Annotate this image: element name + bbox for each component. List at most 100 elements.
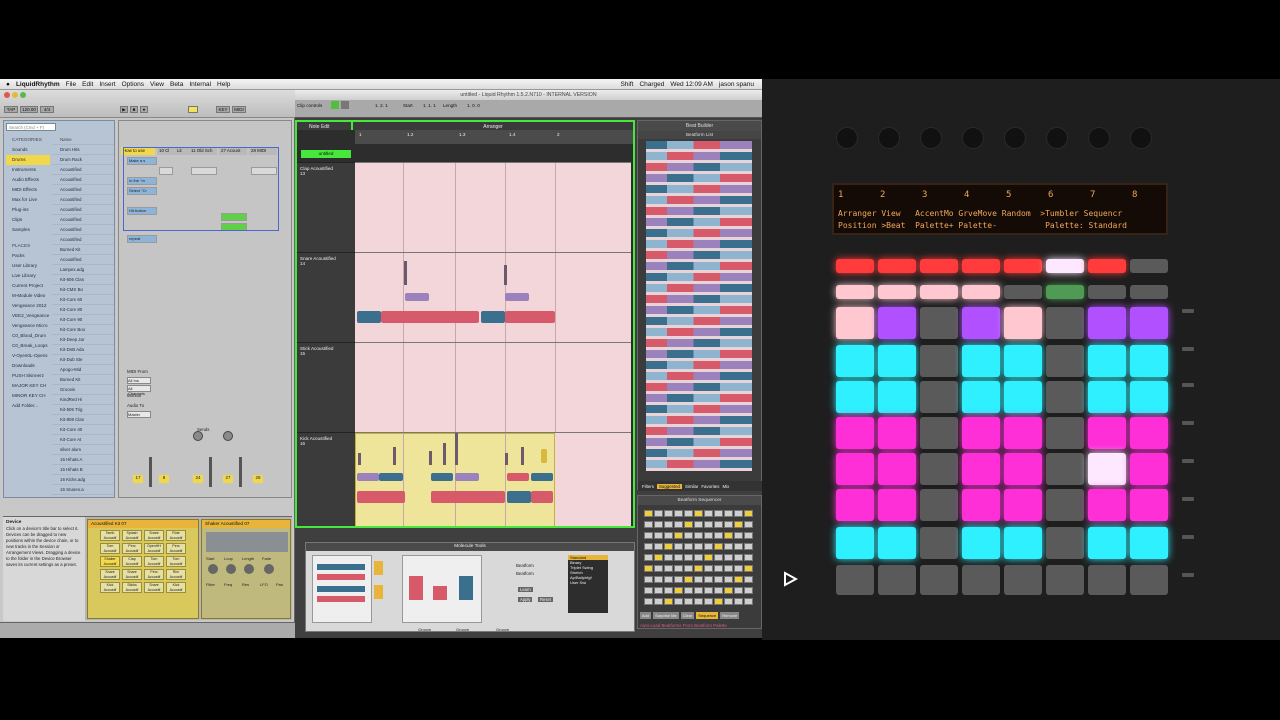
sequencer-cell[interactable] xyxy=(684,510,693,517)
param-knob[interactable] xyxy=(208,564,218,574)
minimize-window-icon[interactable] xyxy=(12,92,18,98)
snare-lane[interactable] xyxy=(355,252,631,342)
push-pad[interactable] xyxy=(878,285,916,299)
beatform-row[interactable] xyxy=(646,405,752,413)
surprise-me-button[interactable]: Surprise Me xyxy=(653,612,679,619)
shift-indicator[interactable]: Shift xyxy=(620,81,633,88)
encoder-knob[interactable] xyxy=(1088,127,1110,149)
beatform-molecule[interactable] xyxy=(357,311,381,323)
beatform-row[interactable] xyxy=(646,152,752,160)
sequencer-cell[interactable] xyxy=(734,510,743,517)
push-pad[interactable] xyxy=(1046,453,1084,485)
file-item[interactable]: Groovin xyxy=(52,385,114,395)
sequencer-cell[interactable] xyxy=(734,598,743,605)
file-item[interactable]: 16 Hihats A xyxy=(52,455,114,465)
push-pad[interactable] xyxy=(878,527,916,559)
category-drums[interactable]: Drums xyxy=(6,155,50,165)
scene-button[interactable] xyxy=(1182,497,1194,501)
sequencer-cell[interactable] xyxy=(714,587,723,594)
sequencer-cell[interactable] xyxy=(674,510,683,517)
beatform-molecule[interactable] xyxy=(481,311,505,323)
beatform-row[interactable] xyxy=(646,427,752,435)
reset-button[interactable]: Reset xyxy=(538,597,553,602)
push-pad[interactable] xyxy=(836,417,874,449)
file-item[interactable]: Kit-Core 40 xyxy=(52,425,114,435)
sequencer-cell[interactable] xyxy=(694,587,703,594)
push-pad[interactable] xyxy=(836,345,874,377)
push-pad[interactable] xyxy=(920,285,958,299)
push-pad[interactable] xyxy=(1004,453,1042,485)
sequencer-cell[interactable] xyxy=(674,576,683,583)
lane-header[interactable]: Stick Acoustified 15 xyxy=(297,342,355,432)
file-item[interactable]: Kit-Core Boo xyxy=(52,325,114,335)
category-audio-effects[interactable]: Audio Effects xyxy=(6,175,50,185)
push-pad[interactable] xyxy=(962,417,1000,449)
push-pad[interactable] xyxy=(1046,345,1084,377)
learn-button[interactable]: Learn xyxy=(518,587,533,592)
file-item[interactable]: Acoustified xyxy=(52,225,114,235)
beatform-row[interactable] xyxy=(646,394,752,402)
beatform-row[interactable] xyxy=(646,163,752,171)
remove-button[interactable]: Remove xyxy=(720,612,740,619)
sequencer-cell[interactable] xyxy=(704,565,713,572)
category-sounds[interactable]: Sounds xyxy=(6,145,50,155)
push-pad[interactable] xyxy=(1004,285,1042,299)
beatform-row[interactable] xyxy=(646,295,752,303)
sequencer-cell[interactable] xyxy=(654,543,663,550)
note-velocity-stem[interactable] xyxy=(505,453,508,465)
sequencer-cell[interactable] xyxy=(664,510,673,517)
volume-fader[interactable] xyxy=(149,457,152,487)
sequencer-cell[interactable] xyxy=(674,598,683,605)
drum-pad[interactable]: Snare Acoustif xyxy=(144,582,164,593)
file-item[interactable]: Kit-Core 90 xyxy=(52,315,114,325)
file-item[interactable]: Kit-Core 80 xyxy=(52,305,114,315)
push-pad[interactable] xyxy=(920,417,958,449)
push-pad[interactable] xyxy=(1088,453,1126,485)
push-pad[interactable] xyxy=(1088,417,1126,449)
sequencer-cell[interactable] xyxy=(734,521,743,528)
encoder-knob[interactable] xyxy=(962,127,984,149)
sequencer-cell[interactable] xyxy=(674,587,683,594)
sequencer-cell[interactable] xyxy=(644,521,653,528)
sample-waveform[interactable] xyxy=(206,532,288,552)
selected-note[interactable] xyxy=(541,449,547,463)
push-pad[interactable] xyxy=(836,527,874,559)
send-knob[interactable] xyxy=(193,431,203,441)
sequencer-cell[interactable] xyxy=(644,587,653,594)
beatform-molecule[interactable] xyxy=(381,311,479,323)
scene-button[interactable] xyxy=(1182,309,1194,313)
push-pad[interactable] xyxy=(920,489,958,521)
sequencer-cell[interactable] xyxy=(684,554,693,561)
note-velocity-stem[interactable] xyxy=(393,447,396,465)
place-item[interactable]: MINOR KEY CH xyxy=(6,391,50,401)
sequencer-cell[interactable] xyxy=(674,521,683,528)
param-knob[interactable] xyxy=(226,564,236,574)
beatform-row[interactable] xyxy=(646,449,752,457)
beatform-molecule[interactable] xyxy=(431,491,505,503)
push-pad[interactable] xyxy=(878,489,916,521)
sequencer-cell[interactable] xyxy=(704,543,713,550)
sequencer-cell[interactable] xyxy=(644,543,653,550)
menu-file[interactable]: File xyxy=(66,81,76,88)
place-item[interactable]: M-Module Video xyxy=(6,291,50,301)
track-number-button[interactable]: 27 xyxy=(223,475,233,483)
clock[interactable]: Wed 12:09 AM xyxy=(670,81,713,88)
push-pad[interactable] xyxy=(1130,489,1168,521)
sequencer-cell[interactable] xyxy=(714,532,723,539)
menu-options[interactable]: Options xyxy=(122,81,144,88)
stop-button[interactable]: ■ xyxy=(130,106,138,113)
drum-pad[interactable]: Perc Acoustif xyxy=(122,543,142,554)
sequencer-cell[interactable] xyxy=(714,554,723,561)
sequencer-cell[interactable] xyxy=(704,598,713,605)
push-pad[interactable] xyxy=(878,345,916,377)
sequencer-cell[interactable] xyxy=(694,554,703,561)
place-item[interactable]: Live Library xyxy=(6,271,50,281)
sequencer-cell[interactable] xyxy=(714,565,723,572)
audio-to-select[interactable]: Master xyxy=(127,411,151,418)
user-name[interactable]: jason spanu xyxy=(719,81,754,88)
sequencer-cell[interactable] xyxy=(674,532,683,539)
drum-pad[interactable]: Perc Acoustif xyxy=(144,569,164,580)
sequencer-cell[interactable] xyxy=(694,510,703,517)
beatform-row[interactable] xyxy=(646,361,752,369)
lane-header[interactable]: Clap Acoustified 13 xyxy=(297,162,355,252)
